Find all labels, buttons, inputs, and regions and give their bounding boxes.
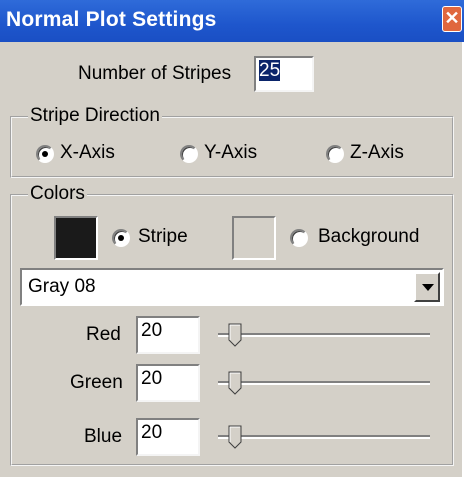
x-axis-radio[interactable] [36,145,54,163]
red-input[interactable]: 20 [136,316,200,354]
red-slider-track[interactable] [218,333,430,337]
background-label[interactable]: Background [318,226,419,248]
green-label: Green [70,372,123,393]
red-label: Red [86,324,121,345]
blue-input[interactable]: 20 [136,418,200,456]
green-input[interactable]: 20 [136,364,200,402]
red-slider-thumb[interactable] [228,323,242,347]
stripe-radio[interactable] [112,229,130,247]
stripe-color-swatch[interactable] [54,216,98,260]
green-slider-track[interactable] [218,381,430,385]
blue-slider-track[interactable] [218,435,430,439]
green-slider-thumb[interactable] [228,371,242,395]
blue-slider-thumb[interactable] [228,425,242,449]
color-preset-dropdown[interactable]: Gray 08 [20,268,444,306]
z-axis-radio[interactable] [326,145,344,163]
chevron-down-icon[interactable] [414,272,440,302]
background-radio[interactable] [290,229,308,247]
close-button[interactable]: ✕ [442,6,462,32]
stripes-value: 25 [259,60,281,81]
stripes-label: Number of Stripes [78,63,232,84]
background-color-swatch[interactable] [232,216,276,260]
title-bar[interactable]: Normal Plot Settings ✕ [0,0,464,42]
colors-legend: Colors [28,183,87,205]
plot-settings-window: Normal Plot Settings ✕ Number of Stripes… [0,0,464,477]
x-axis-label[interactable]: X-Axis [60,142,115,164]
color-preset-value: Gray 08 [28,276,96,297]
stripe-label[interactable]: Stripe [138,226,188,248]
window-title: Normal Plot Settings [6,8,217,31]
stripes-input[interactable]: 25 [254,56,314,92]
stripe-direction-legend: Stripe Direction [28,105,162,127]
y-axis-label[interactable]: Y-Axis [204,142,257,164]
y-axis-radio[interactable] [180,145,198,163]
z-axis-label[interactable]: Z-Axis [350,142,404,164]
blue-label: Blue [84,426,123,447]
